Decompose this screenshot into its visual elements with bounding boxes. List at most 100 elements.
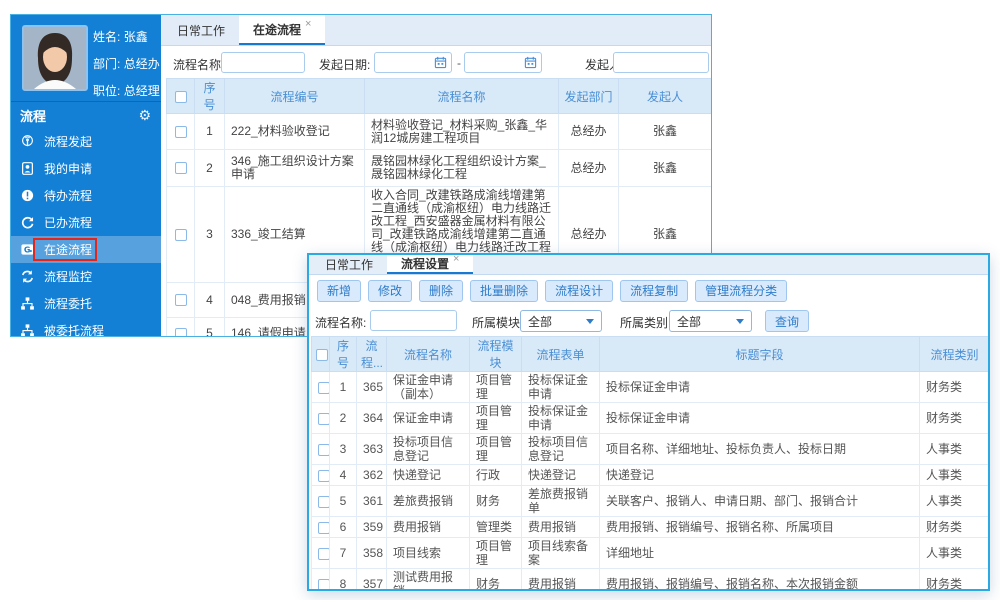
row-checkbox[interactable] — [318, 413, 330, 425]
category-select[interactable]: 全部 — [669, 310, 752, 332]
sidebar-item-1[interactable]: 我的申请 — [11, 155, 161, 182]
cell-no: 1 — [195, 114, 225, 150]
cell-title-fields: 项目名称、详细地址、投标负责人、投标日期 — [600, 434, 920, 465]
cell-process-id: 359 — [357, 517, 387, 538]
cell-initiator: 张鑫 — [619, 150, 712, 187]
row-checkbox[interactable] — [175, 328, 187, 336]
row-checkbox[interactable] — [318, 548, 330, 560]
cell-no: 6 — [330, 517, 357, 538]
back-tab-0[interactable]: 日常工作 — [163, 15, 239, 45]
sidebar-item-label: 待办流程 — [44, 187, 92, 204]
sitemap-icon — [20, 296, 35, 311]
cell-category: 财务类 — [920, 569, 990, 592]
process-name-input[interactable] — [221, 52, 305, 73]
tab-label: 在途流程 — [253, 21, 301, 38]
module-select[interactable]: 全部 — [520, 310, 602, 332]
cell-module: 财务 — [470, 569, 522, 592]
table-header-row: 序号流程编号流程名称发起部门发起人 — [167, 79, 712, 114]
cell-no: 4 — [195, 283, 225, 318]
front-tab-0[interactable]: 日常工作 — [311, 255, 387, 274]
tab-close-icon[interactable]: × — [453, 253, 459, 265]
search-button[interactable]: 查询 — [765, 310, 809, 332]
sidebar-item-label: 在途流程 — [44, 241, 92, 258]
select-all-checkbox[interactable] — [316, 349, 328, 361]
process-name-input[interactable] — [370, 310, 457, 331]
row-checkbox[interactable] — [175, 294, 187, 306]
sidebar-item-7[interactable]: 被委托流程 — [11, 317, 161, 336]
sidebar-item-0[interactable]: 流程发起 — [11, 128, 161, 155]
toolbar-button-5[interactable]: 流程复制 — [620, 280, 688, 302]
row-checkbox[interactable] — [318, 522, 330, 534]
cell-form: 投标保证金申请 — [522, 403, 600, 434]
select-all-checkbox[interactable] — [175, 91, 187, 103]
date-to-input[interactable] — [467, 56, 524, 70]
settings-toolbar: 新增修改删除批量删除流程设计流程复制管理流程分类 — [309, 275, 988, 306]
calendar-icon[interactable] — [524, 56, 537, 69]
cell-process-id: 362 — [357, 465, 387, 486]
toolbar-button-3[interactable]: 批量删除 — [470, 280, 538, 302]
sidebar-item-label: 已办流程 — [44, 214, 92, 231]
profile-name-row: 姓名: 张鑫 — [93, 28, 160, 45]
cell-category: 人事类 — [920, 538, 990, 569]
sidebar-item-label: 流程发起 — [44, 133, 92, 150]
gear-icon[interactable]: ⚙ — [138, 108, 151, 122]
checkbox-cell — [312, 337, 330, 372]
cell-title-fields: 费用报销、报销编号、报销名称、所属项目 — [600, 517, 920, 538]
back-tab-1[interactable]: 在途流程 × — [239, 15, 325, 45]
date-to-field[interactable] — [464, 52, 542, 73]
cell-process-name: 保证金申请（副本） — [387, 372, 470, 403]
row-checkbox[interactable] — [175, 126, 187, 138]
table-row: 8357测试费用报销财务费用报销费用报销、报销编号、报销名称、本次报销金额财务类 — [312, 569, 990, 592]
toolbar-button-2[interactable]: 删除 — [419, 280, 463, 302]
sidebar-item-2[interactable]: 待办流程 — [11, 182, 161, 209]
tab-label: 流程设置 — [401, 255, 449, 272]
date-from-input[interactable] — [377, 56, 434, 70]
tab-close-icon[interactable]: × — [305, 18, 311, 30]
cell-process-name: 差旅费报销 — [387, 486, 470, 517]
module-label: 所属模块: — [472, 314, 523, 331]
column-header: 发起人 — [619, 79, 712, 114]
cell-no: 1 — [330, 372, 357, 403]
broadcast-icon — [20, 134, 35, 149]
front-tab-1[interactable]: 流程设置 × — [387, 255, 473, 274]
calendar-icon[interactable] — [434, 56, 447, 69]
cell-category: 人事类 — [920, 486, 990, 517]
profile-dept-label: 部门: — [93, 57, 120, 71]
process-name-label: 流程名称: — [315, 314, 366, 331]
sidebar-item-5[interactable]: 流程监控 — [11, 263, 161, 290]
row-checkbox[interactable] — [175, 229, 187, 241]
sidebar-item-6[interactable]: 流程委托 — [11, 290, 161, 317]
profile-dept-row: 部门: 总经办 — [93, 55, 160, 72]
cell-process-name: 费用报销 — [387, 517, 470, 538]
cell-process-id: 363 — [357, 434, 387, 465]
profile-dept-value: 总经办 — [124, 57, 160, 71]
column-header: 标题字段 — [600, 337, 920, 372]
cell-process-id: 365 — [357, 372, 387, 403]
row-checkbox[interactable] — [175, 162, 187, 174]
sidebar-item-4[interactable]: G在途流程 — [11, 236, 161, 263]
table-row: 3363投标项目信息登记项目管理投标项目信息登记项目名称、详细地址、投标负责人、… — [312, 434, 990, 465]
cell-category: 财务类 — [920, 372, 990, 403]
cell-process-name: 材料验收登记_材料采购_张鑫_华润12城房建工程项目 — [365, 114, 559, 150]
toolbar-button-0[interactable]: 新增 — [317, 280, 361, 302]
toolbar-button-4[interactable]: 流程设计 — [545, 280, 613, 302]
date-from-field[interactable] — [374, 52, 452, 73]
column-header: 流程表单 — [522, 337, 600, 372]
row-checkbox[interactable] — [318, 382, 330, 394]
row-checkbox[interactable] — [318, 579, 330, 591]
checkbox-cell — [312, 486, 330, 517]
initiator-input[interactable] — [613, 52, 709, 73]
cell-module: 管理类 — [470, 517, 522, 538]
cell-process-name: 项目线索 — [387, 538, 470, 569]
table-header-row: 序号流程...流程名称流程模块流程表单标题字段流程类别 — [312, 337, 990, 372]
cell-form: 项目线索备案 — [522, 538, 600, 569]
row-checkbox[interactable] — [318, 470, 330, 482]
category-label: 所属类别: — [620, 314, 671, 331]
cell-process-name: 投标项目信息登记 — [387, 434, 470, 465]
toolbar-button-1[interactable]: 修改 — [368, 280, 412, 302]
row-checkbox[interactable] — [318, 444, 330, 456]
toolbar-button-6[interactable]: 管理流程分类 — [695, 280, 787, 302]
sidebar-item-3[interactable]: 已办流程 — [11, 209, 161, 236]
row-checkbox[interactable] — [318, 496, 330, 508]
category-select-value: 全部 — [677, 313, 701, 330]
